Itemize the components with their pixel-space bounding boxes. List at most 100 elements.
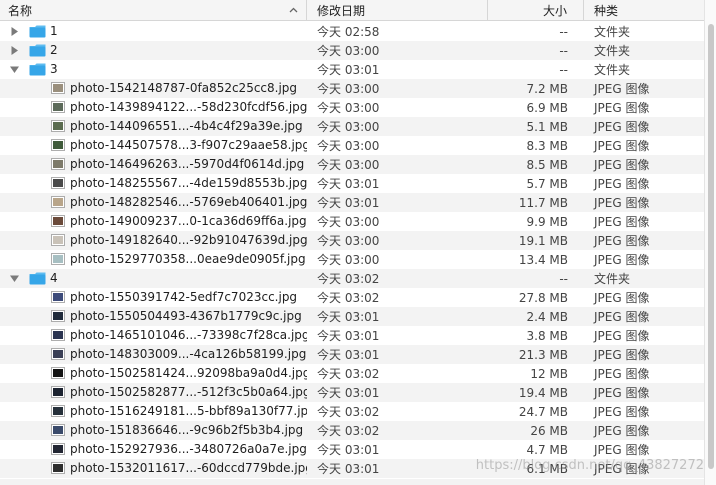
folder-name: 3 xyxy=(50,62,58,76)
size-cell: -- xyxy=(559,24,568,39)
date-column-header[interactable]: 修改日期 xyxy=(307,0,488,21)
image-thumbnail-icon xyxy=(51,329,65,341)
file-name: photo-152927936...-3480726a0a7e.jpg xyxy=(70,442,307,456)
file-row[interactable]: photo-1502581424...92098ba9a0d4.jpg 今天 03… xyxy=(0,364,704,383)
file-row[interactable]: photo-144096551...-4b4c4f29a39e.jpg 今天 03… xyxy=(0,117,704,136)
folder-name: 4 xyxy=(50,271,58,285)
folder-row[interactable]: 3 今天 03:01 -- 文件夹 xyxy=(0,60,704,79)
kind-column-header[interactable]: 种类 xyxy=(584,0,704,21)
disclosure-collapsed-icon[interactable] xyxy=(10,46,19,55)
file-name: photo-148282546...-5769eb406401.jpg xyxy=(70,195,307,209)
folder-name: 1 xyxy=(50,24,58,38)
name-cell: photo-1465101046...-73398c7f28ca.jpg xyxy=(0,326,307,345)
size-cell: 24.7 MB xyxy=(518,404,568,419)
size-cell: 3.8 MB xyxy=(526,328,568,343)
image-thumbnail-icon xyxy=(51,424,65,436)
image-thumbnail-icon xyxy=(51,177,65,189)
image-thumbnail-icon xyxy=(51,158,65,170)
kind-cell: JPEG 图像 xyxy=(594,215,650,229)
folder-row[interactable]: 2 今天 03:00 -- 文件夹 xyxy=(0,41,704,60)
file-name: photo-146496263...-5970d4f0614d.jpg xyxy=(70,157,305,171)
file-row[interactable]: photo-148255567...-4de159d8553b.jpg 今天 03… xyxy=(0,174,704,193)
name-cell: photo-148282546...-5769eb406401.jpg xyxy=(0,193,307,212)
disclosure-collapsed-icon[interactable] xyxy=(10,27,19,36)
date-cell: 今天 03:01 xyxy=(317,63,380,77)
file-name: photo-1502582877...-512f3c5b0a64.jpg xyxy=(70,385,307,399)
file-row[interactable]: photo-1550391742-5edf7c7023cc.jpg 今天 03:0… xyxy=(0,288,704,307)
folder-icon xyxy=(29,63,46,76)
size-cell: 4.7 MB xyxy=(526,442,568,457)
date-cell: 今天 03:02 xyxy=(317,424,380,438)
disclosure-expanded-icon[interactable] xyxy=(10,65,19,74)
name-cell: photo-1439894122...-58d230fcdf56.jpg xyxy=(0,98,307,117)
kind-cell: JPEG 图像 xyxy=(594,443,650,457)
image-thumbnail-icon xyxy=(51,462,65,474)
file-row[interactable]: photo-1465101046...-73398c7f28ca.jpg 今天 0… xyxy=(0,326,704,345)
name-cell: photo-1529770358...0eae9de0905f.jpg xyxy=(0,250,307,269)
file-name: photo-1502581424...92098ba9a0d4.jpg xyxy=(70,366,307,380)
size-cell: 12 MB xyxy=(530,366,568,381)
file-row[interactable]: photo-1542148787-0fa852c25cc8.jpg 今天 03:0… xyxy=(0,79,704,98)
name-cell: 4 xyxy=(0,269,307,288)
date-cell: 今天 03:00 xyxy=(317,253,380,267)
name-cell: photo-1532011617...-60dccd779bde.jpg xyxy=(0,459,307,478)
name-cell: photo-148303009...-4ca126b58199.jpg xyxy=(0,345,307,364)
sort-ascending-icon[interactable] xyxy=(289,6,298,15)
file-row[interactable]: photo-148282546...-5769eb406401.jpg 今天 03… xyxy=(0,193,704,212)
image-thumbnail-icon xyxy=(51,443,65,455)
date-cell: 今天 03:00 xyxy=(317,101,380,115)
file-row[interactable]: photo-1550504493-4367b1779c9c.jpg 今天 03:0… xyxy=(0,307,704,326)
size-cell: 7.2 MB xyxy=(526,81,568,96)
file-row[interactable]: photo-1529770358...0eae9de0905f.jpg 今天 03… xyxy=(0,250,704,269)
file-row[interactable]: photo-148303009...-4ca126b58199.jpg 今天 03… xyxy=(0,345,704,364)
name-cell: photo-1502582877...-512f3c5b0a64.jpg xyxy=(0,383,307,402)
folder-icon xyxy=(29,44,46,57)
file-name: photo-149182640...-92b91047639d.jpg xyxy=(70,233,307,247)
name-cell: photo-148255567...-4de159d8553b.jpg xyxy=(0,174,307,193)
image-thumbnail-icon xyxy=(51,101,65,113)
file-name: photo-149009237...0-1ca36d69ff6a.jpg xyxy=(70,214,307,228)
vertical-scrollbar[interactable] xyxy=(704,0,716,485)
kind-cell: JPEG 图像 xyxy=(594,139,650,153)
date-cell: 今天 03:00 xyxy=(317,44,380,58)
name-cell: photo-149182640...-92b91047639d.jpg xyxy=(0,231,307,250)
name-cell: photo-1542148787-0fa852c25cc8.jpg xyxy=(0,79,307,98)
size-column-header[interactable]: 大小 xyxy=(488,0,584,21)
file-row[interactable]: photo-1502582877...-512f3c5b0a64.jpg 今天 0… xyxy=(0,383,704,402)
size-cell: 19.4 MB xyxy=(518,385,568,400)
size-cell: -- xyxy=(559,62,568,77)
size-cell: 19.1 MB xyxy=(518,233,568,248)
kind-cell: JPEG 图像 xyxy=(594,310,650,324)
file-row[interactable]: photo-151836646...-9c96b2f5b3b4.jpg 今天 03… xyxy=(0,421,704,440)
image-thumbnail-icon xyxy=(51,82,65,94)
name-cell: photo-1550504493-4367b1779c9c.jpg xyxy=(0,307,307,326)
kind-cell: 文件夹 xyxy=(594,44,631,58)
name-cell: 1 xyxy=(0,22,307,41)
disclosure-expanded-icon[interactable] xyxy=(10,274,19,283)
date-cell: 今天 03:01 xyxy=(317,310,380,324)
kind-cell: 文件夹 xyxy=(594,25,631,39)
file-row[interactable]: photo-1439894122...-58d230fcdf56.jpg 今天 0… xyxy=(0,98,704,117)
kind-cell: JPEG 图像 xyxy=(594,234,650,248)
file-row[interactable]: photo-149182640...-92b91047639d.jpg 今天 03… xyxy=(0,231,704,250)
folder-row[interactable]: 4 今天 03:02 -- 文件夹 xyxy=(0,269,704,288)
file-row[interactable]: photo-1516249181...5-bbf89a130f77.jpg 今天 … xyxy=(0,402,704,421)
name-cell: photo-1516249181...5-bbf89a130f77.jpg xyxy=(0,402,307,421)
image-thumbnail-icon xyxy=(51,405,65,417)
kind-cell: JPEG 图像 xyxy=(594,158,650,172)
date-cell: 今天 03:02 xyxy=(317,367,380,381)
kind-cell: JPEG 图像 xyxy=(594,291,650,305)
file-row[interactable]: photo-152927936...-3480726a0a7e.jpg 今天 03… xyxy=(0,440,704,459)
file-row[interactable]: photo-144507578...3-f907c29aae58.jpg 今天 0… xyxy=(0,136,704,155)
name-cell: photo-146496263...-5970d4f0614d.jpg xyxy=(0,155,307,174)
size-cell: 5.7 MB xyxy=(526,176,568,191)
date-cell: 今天 03:00 xyxy=(317,139,380,153)
name-column-header[interactable]: 名称 xyxy=(0,0,307,21)
file-row[interactable]: photo-149009237...0-1ca36d69ff6a.jpg 今天 0… xyxy=(0,212,704,231)
file-row[interactable]: photo-146496263...-5970d4f0614d.jpg 今天 03… xyxy=(0,155,704,174)
scrollbar-thumb[interactable] xyxy=(708,24,714,469)
folder-row[interactable]: 1 今天 02:58 -- 文件夹 xyxy=(0,22,704,41)
size-cell: 26 MB xyxy=(530,423,568,438)
kind-cell: JPEG 图像 xyxy=(594,405,650,419)
size-cell: -- xyxy=(559,43,568,58)
